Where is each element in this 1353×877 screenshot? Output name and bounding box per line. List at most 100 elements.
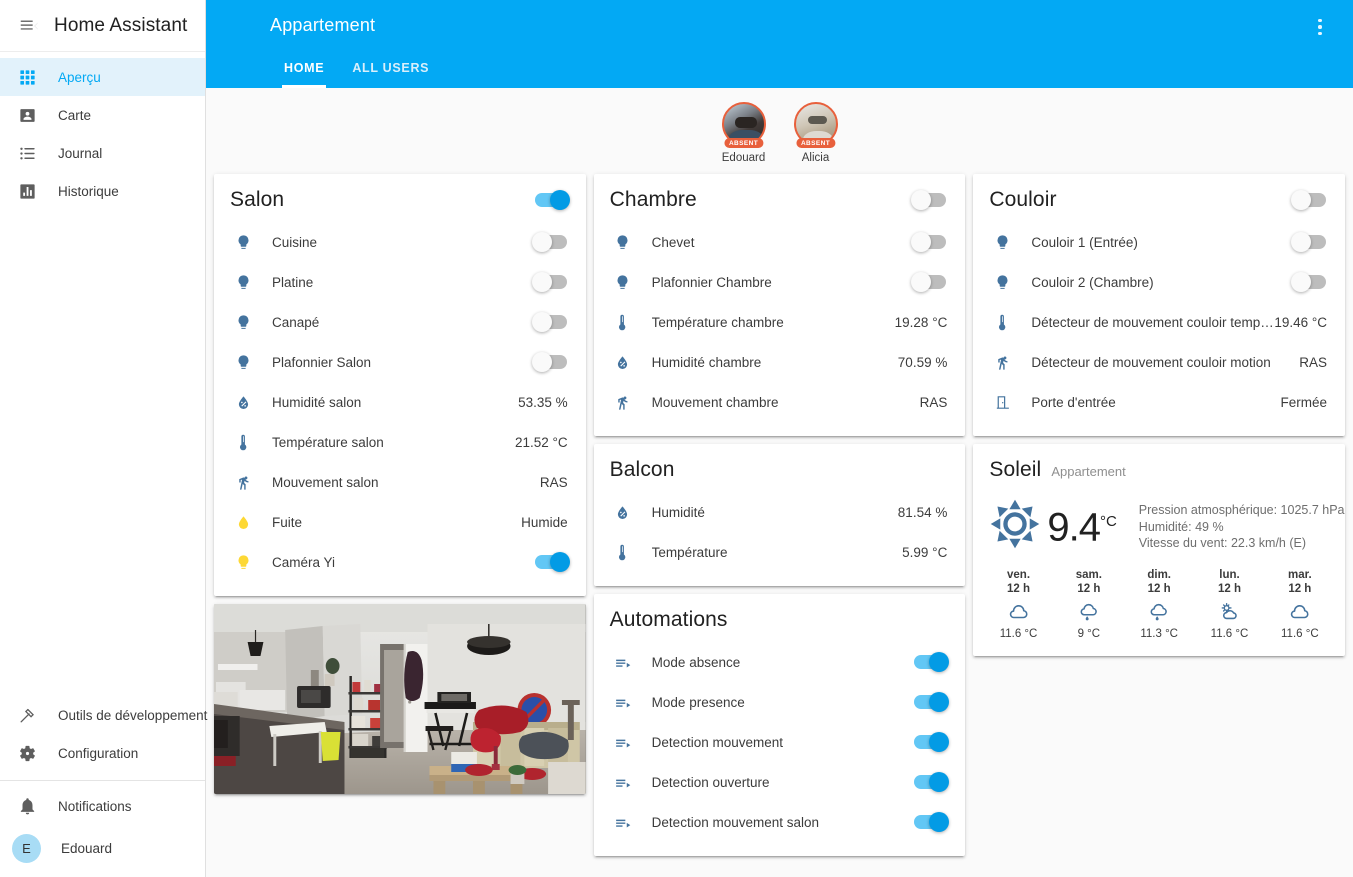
bell-icon — [14, 793, 40, 819]
entity-row-camera-yi: Caméra Yi — [230, 542, 570, 582]
forecast-day-label: dim. — [1147, 569, 1171, 582]
card-title: Balcon — [609, 458, 675, 481]
entity-toggle[interactable] — [532, 552, 570, 572]
entity-row-chevet: Chevet — [610, 222, 950, 262]
weather-details: Pression atmosphérique: 1025.7 hPa Humid… — [1139, 496, 1345, 552]
door-icon — [989, 394, 1015, 411]
entity-toggle[interactable] — [531, 352, 570, 372]
entity-toggle[interactable] — [911, 772, 950, 792]
sidebar-item-label: Historique — [58, 183, 119, 199]
entity-toggle[interactable] — [911, 652, 950, 672]
entity-row-humidite-balcon: Humidité 81.54 % — [610, 492, 950, 532]
entity-value: RAS — [919, 394, 948, 410]
entity-toggle[interactable] — [531, 272, 570, 292]
sidebar-item-carte[interactable]: Carte — [0, 96, 205, 134]
weather-current: 9.4°C Pression atmosphérique: 1025.7 hPa… — [973, 492, 1345, 559]
card-header: Chambre — [594, 174, 966, 222]
sidebar-item-label: Notifications — [58, 798, 132, 814]
forecast-day: ven. 12 h 11.6 °C — [983, 569, 1053, 640]
sidebar-item-developer-tools[interactable]: Outils de développement — [0, 696, 208, 734]
forecast-hour-label: 12 h — [1288, 583, 1312, 596]
sidebar-item-user-profile[interactable]: E Edouard — [0, 825, 205, 871]
person-alicia[interactable]: ABSENT Alicia — [788, 102, 844, 164]
entity-name: Humidité — [651, 504, 705, 520]
entity-toggle[interactable] — [911, 232, 949, 252]
entity-row-temperature-balcon: Température 5.99 °C — [610, 532, 950, 572]
card-header: Salon — [214, 174, 586, 222]
forecast-temp: 11.6 °C — [1210, 628, 1249, 641]
entity-row-humidite-chambre: Humidité chambre 70.59 % — [610, 342, 950, 382]
entity-row-canape: Canapé — [230, 302, 570, 342]
card-columns: Salon Cuisine Platine Canapé Plafonnier … — [206, 174, 1353, 856]
entity-toggle[interactable] — [911, 812, 950, 832]
entity-name: Mode presence — [651, 694, 745, 710]
entity-toggle[interactable] — [1291, 232, 1329, 252]
entity-toggle[interactable] — [531, 312, 570, 332]
lightbulb-icon — [230, 274, 256, 291]
entity-toggle[interactable] — [911, 692, 950, 712]
entity-row-couloir-motion: Détecteur de mouvement couloir motion RA… — [989, 342, 1329, 382]
card-header-toggle[interactable] — [532, 190, 570, 210]
sidebar-item-historique[interactable]: Historique — [0, 172, 205, 210]
tab-all-users[interactable]: ALL USERS — [338, 61, 443, 88]
sidebar-item-notifications[interactable]: Notifications — [0, 787, 205, 825]
sidebar-item-apercu[interactable]: Aperçu — [0, 58, 205, 96]
card-title: Couloir — [989, 188, 1057, 211]
person-edouard[interactable]: ABSENT Edouard — [716, 102, 772, 164]
entity-value: 19.28 °C — [894, 314, 948, 330]
entity-row-couloir-2: Couloir 2 (Chambre) — [989, 262, 1329, 302]
card-chambre: Chambre Chevet Plafonnier Chambre Tempér… — [593, 174, 966, 436]
entity-toggle[interactable] — [531, 232, 570, 252]
chart-box-icon — [14, 178, 40, 204]
map-badge-icon — [14, 102, 40, 128]
lightbulb-icon — [230, 314, 256, 331]
card-weather-soleil: Soleil Appartement 9.4°C Pression atmosp… — [973, 444, 1346, 657]
entity-name: Detection ouverture — [651, 774, 770, 790]
playlist-play-icon — [610, 734, 636, 751]
entity-name: Détecteur de mouvement couloir motion — [1031, 354, 1271, 370]
entity-name: Plafonnier Salon — [272, 354, 372, 370]
entity-row-plafonnier-salon: Plafonnier Salon — [230, 342, 570, 382]
entity-name: Couloir 1 (Entrée) — [1031, 234, 1138, 250]
dots-vertical-icon[interactable] — [1309, 16, 1331, 38]
column-1: Salon Cuisine Platine Canapé Plafonnier … — [214, 174, 586, 794]
rainy-icon — [1054, 599, 1124, 625]
cloudy-icon — [983, 599, 1053, 625]
card-subtitle: Appartement — [1051, 464, 1126, 479]
entity-row-detection-ouverture: Detection ouverture — [610, 762, 950, 802]
thermometer-icon — [230, 434, 256, 451]
entity-name: Caméra Yi — [272, 554, 336, 570]
entity-name: Chevet — [651, 234, 695, 250]
forecast-day-label: mar. — [1287, 569, 1312, 582]
entity-row-detection-mouvement: Detection mouvement — [610, 722, 950, 762]
forecast-temp: 11.6 °C — [1281, 628, 1319, 641]
water-drop-icon — [230, 514, 256, 531]
top-app-bar: Appartement HOME ALL USERS — [206, 0, 1353, 88]
sidebar-item-configuration[interactable]: Configuration — [0, 734, 205, 772]
card-header-toggle[interactable] — [1291, 190, 1329, 210]
person-badges: ABSENT Edouard ABSENT Alicia — [206, 88, 1353, 174]
entity-value: 21.52 °C — [514, 434, 568, 450]
water-percent-icon — [610, 504, 636, 521]
sidebar-item-journal[interactable]: Journal — [0, 134, 205, 172]
weather-wind: Vitesse du vent: 22.3 km/h (E) — [1138, 536, 1307, 550]
card-header: Couloir — [973, 174, 1345, 222]
card-camera[interactable] — [214, 604, 586, 794]
forecast-hour-label: 12 h — [1077, 583, 1101, 596]
entity-name: Porte d'entrée — [1031, 394, 1116, 410]
partly-cloudy-icon — [1194, 599, 1264, 625]
playlist-play-icon — [610, 774, 636, 791]
card-header-toggle[interactable] — [911, 190, 949, 210]
menu-collapse-icon[interactable] — [12, 9, 46, 43]
tab-home[interactable]: HOME — [270, 61, 338, 88]
sidebar-item-label: Outils de développement — [58, 707, 208, 723]
card-title: Chambre — [609, 188, 697, 211]
entity-toggle[interactable] — [911, 272, 949, 292]
entity-value: Humide — [521, 514, 568, 530]
entity-rows: Mode absence Mode presence Detection mou… — [594, 642, 966, 856]
entity-name: Mode absence — [651, 654, 741, 670]
entity-toggle[interactable] — [911, 732, 950, 752]
forecast-hour-label: 12 h — [1217, 583, 1241, 596]
entity-toggle[interactable] — [1291, 272, 1329, 292]
